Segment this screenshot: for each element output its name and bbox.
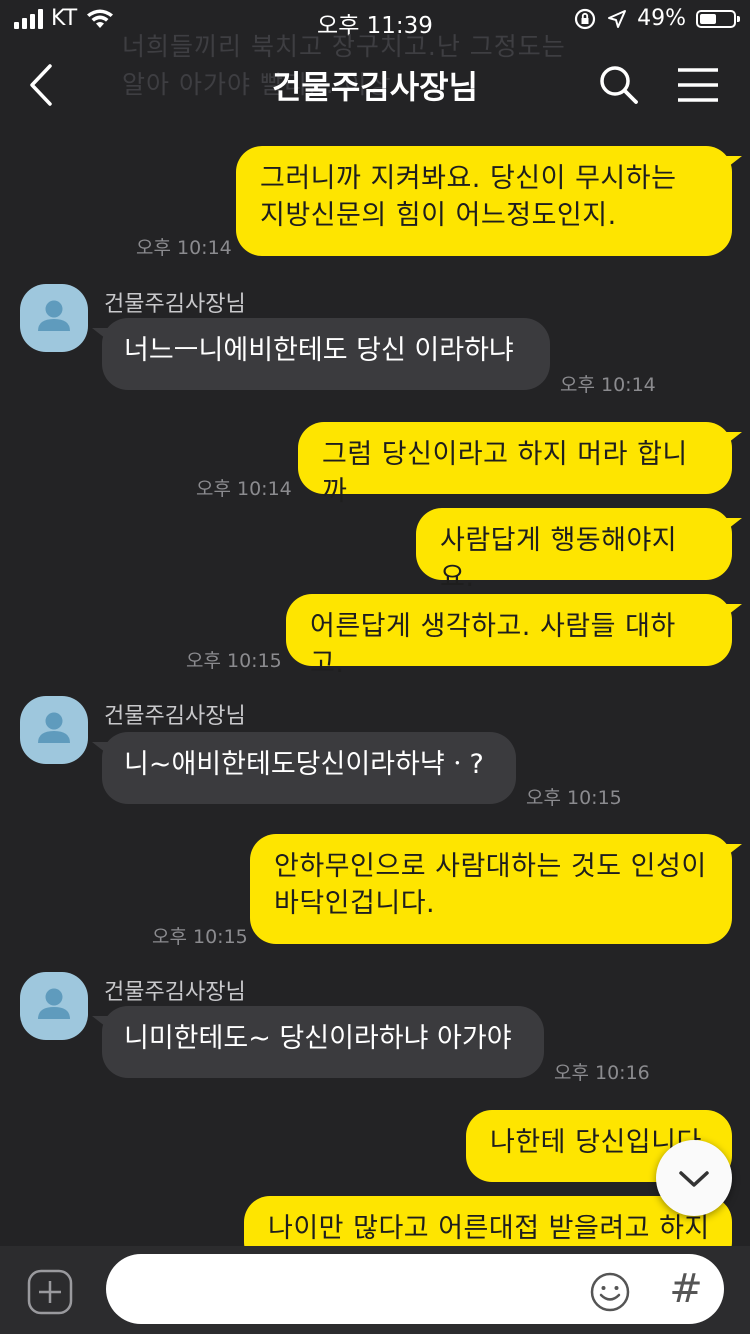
chat-header: 너희들끼리 북치고 장구치고.난 그정도는 알아 아가야 빨리... 이상 건물… [0, 32, 750, 130]
outgoing-message[interactable]: 어른답게 생각하고. 사람들 대하고. [286, 594, 742, 679]
incoming-message[interactable]: 니~애비한테도당신이라하냑ㆍ? [92, 732, 516, 804]
message-time: 오후 10:14 [560, 374, 656, 396]
chevron-down-icon [679, 1171, 709, 1187]
location-arrow-icon [608, 9, 627, 28]
sender-name: 건물주김사장님 [104, 980, 246, 1005]
person-icon [38, 712, 70, 743]
avatar[interactable] [20, 284, 88, 352]
orientation-lock-icon [574, 8, 596, 29]
incoming-message[interactable]: 니미한테도~ 당신이라하냐 아가야 [92, 1006, 544, 1078]
status-right: 49% [573, 6, 740, 31]
emoji-button[interactable] [588, 1270, 632, 1314]
message-time: 오후 10:14 [136, 237, 232, 259]
avatar[interactable] [20, 696, 88, 764]
sender-name: 건물주김사장님 [104, 704, 246, 729]
battery-icon [696, 9, 740, 28]
outgoing-message[interactable]: 사람답게 행동해야지요. [416, 508, 742, 593]
outgoing-message[interactable]: 안하무인으로 사람대하는 것도 인성이 바닥인겁니다. [250, 834, 742, 944]
message-time: 오후 10:16 [554, 1062, 650, 1084]
search-button[interactable] [594, 60, 644, 110]
plus-button[interactable] [26, 1268, 74, 1316]
avatar[interactable] [20, 972, 88, 1040]
person-icon [38, 988, 70, 1019]
hash-button[interactable]: # [664, 1266, 708, 1312]
sender-name: 건물주김사장님 [104, 292, 246, 317]
person-icon [38, 300, 70, 331]
message-time: 오후 10:14 [196, 478, 292, 500]
outgoing-message[interactable]: 그럼 당신이라고 하지 머라 합니까 [298, 422, 742, 507]
incoming-message[interactable]: 너느ㅡ니에비한테도 당신 이라하냐 [92, 318, 550, 390]
scroll-to-bottom-button[interactable] [656, 1140, 732, 1216]
message-time: 오후 10:15 [152, 926, 248, 948]
battery-percent: 49% [637, 6, 686, 31]
input-bar: # [0, 1246, 750, 1334]
menu-button[interactable] [674, 62, 722, 108]
message-time: 오후 10:15 [526, 787, 622, 809]
outgoing-message[interactable]: 그러니까 지켜봐요. 당신이 무시하는 지방신문의 힘이 어느정도인지. [236, 146, 742, 256]
message-time: 오후 10:15 [186, 650, 282, 672]
